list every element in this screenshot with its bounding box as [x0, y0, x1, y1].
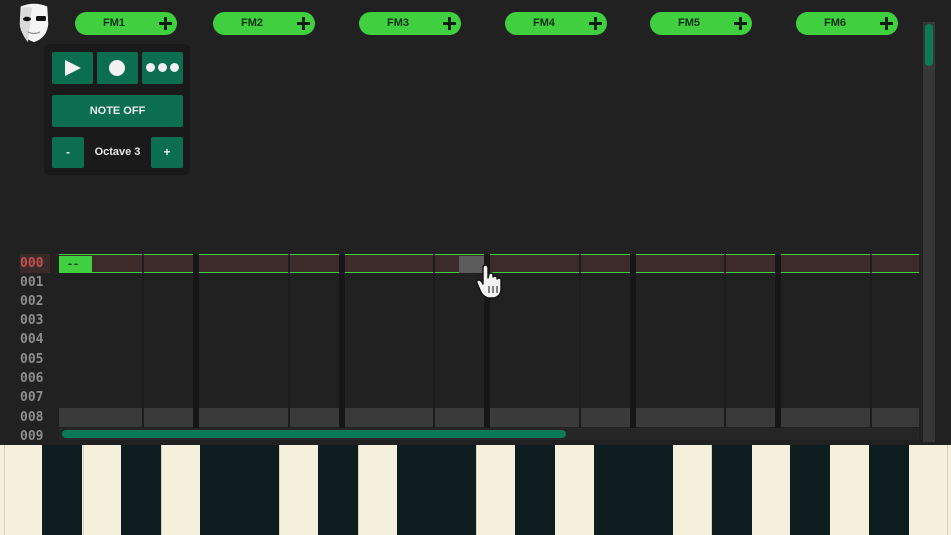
piano-white-key[interactable]	[829, 445, 869, 535]
row-number: 006	[20, 371, 44, 386]
row-number: 002	[20, 294, 44, 309]
channel-fm2-button[interactable]: FM2	[213, 12, 315, 35]
row-number: 001	[20, 275, 44, 290]
piano-black-key[interactable]	[121, 445, 161, 535]
piano-white-key[interactable]	[4, 445, 44, 535]
piano-black-key[interactable]	[397, 445, 437, 535]
record-icon	[109, 60, 125, 76]
piano-black-key[interactable]	[594, 445, 634, 535]
piano-white-key[interactable]	[82, 445, 122, 535]
row-number: 000	[20, 254, 50, 273]
more-icon	[146, 63, 180, 73]
column-separator	[870, 254, 872, 428]
add-icon[interactable]	[158, 16, 173, 31]
piano-white-key[interactable]	[161, 445, 201, 535]
vertical-scrollbar[interactable]	[923, 22, 935, 442]
piano-white-key[interactable]	[279, 445, 319, 535]
piano-black-key[interactable]	[239, 445, 279, 535]
channel-fm1-button[interactable]: FM1	[75, 12, 177, 35]
channel-separator	[775, 254, 781, 428]
column-separator	[433, 254, 435, 428]
piano-white-key[interactable]	[475, 445, 515, 535]
row-number: 008	[20, 410, 44, 425]
piano-black-key[interactable]	[200, 445, 240, 535]
channel-label: FM5	[678, 17, 700, 29]
piano-white-key[interactable]	[357, 445, 397, 535]
note-off-button[interactable]: NOTE OFF	[52, 95, 183, 127]
channel-label: FM1	[103, 17, 125, 29]
channel-label: FM2	[241, 17, 263, 29]
piano-keyboard[interactable]	[0, 445, 951, 535]
channel-label: FM6	[824, 17, 846, 29]
row-number: 003	[20, 313, 44, 328]
add-icon[interactable]	[588, 16, 603, 31]
more-button[interactable]	[142, 52, 183, 84]
horizontal-scroll-thumb[interactable]	[62, 430, 566, 438]
channel-separator	[193, 254, 199, 428]
channel-fm4-button[interactable]: FM4	[505, 12, 607, 35]
piano-black-key[interactable]	[436, 445, 476, 535]
piano-white-key[interactable]	[554, 445, 594, 535]
play-icon	[65, 60, 81, 76]
piano-white-key[interactable]	[750, 445, 790, 535]
cursor-cell[interactable]: --	[59, 256, 92, 273]
row-number: 007	[20, 390, 44, 405]
octave-down-button[interactable]: -	[52, 137, 84, 168]
column-separator	[724, 254, 726, 428]
hand-cursor-icon	[476, 264, 502, 299]
piano-black-key[interactable]	[633, 445, 673, 535]
channel-label: FM4	[533, 17, 555, 29]
channel-separator	[339, 254, 345, 428]
octave-up-button[interactable]: +	[151, 137, 183, 168]
row-number: 005	[20, 352, 44, 367]
horizontal-scrollbar[interactable]	[59, 428, 919, 440]
column-separator	[142, 254, 144, 428]
piano-black-key[interactable]	[869, 445, 909, 535]
piano-white-key[interactable]	[672, 445, 712, 535]
add-icon[interactable]	[296, 16, 311, 31]
add-icon[interactable]	[733, 16, 748, 31]
piano-black-key[interactable]	[790, 445, 830, 535]
piano-white-key[interactable]	[947, 445, 951, 535]
vertical-scroll-thumb[interactable]	[925, 24, 933, 66]
piano-black-key[interactable]	[42, 445, 82, 535]
octave-label: Octave 3	[94, 146, 141, 158]
column-separator	[579, 254, 581, 428]
column-separator	[288, 254, 290, 428]
channel-fm5-button[interactable]: FM5	[650, 12, 752, 35]
piano-white-key[interactable]	[907, 445, 948, 535]
control-panel: NOTE OFF - Octave 3 +	[44, 44, 190, 175]
piano-black-key[interactable]	[318, 445, 358, 535]
channel-label: FM3	[387, 17, 409, 29]
row-number: 004	[20, 332, 44, 347]
mask-icon	[18, 2, 50, 44]
row-number: 009	[20, 429, 44, 444]
record-button[interactable]	[97, 52, 138, 84]
channel-separator	[630, 254, 636, 428]
add-icon[interactable]	[442, 16, 457, 31]
channel-fm3-button[interactable]: FM3	[359, 12, 461, 35]
add-icon[interactable]	[879, 16, 894, 31]
play-button[interactable]	[52, 52, 93, 84]
channel-fm6-button[interactable]: FM6	[796, 12, 898, 35]
piano-black-key[interactable]	[515, 445, 555, 535]
piano-black-key[interactable]	[712, 445, 752, 535]
